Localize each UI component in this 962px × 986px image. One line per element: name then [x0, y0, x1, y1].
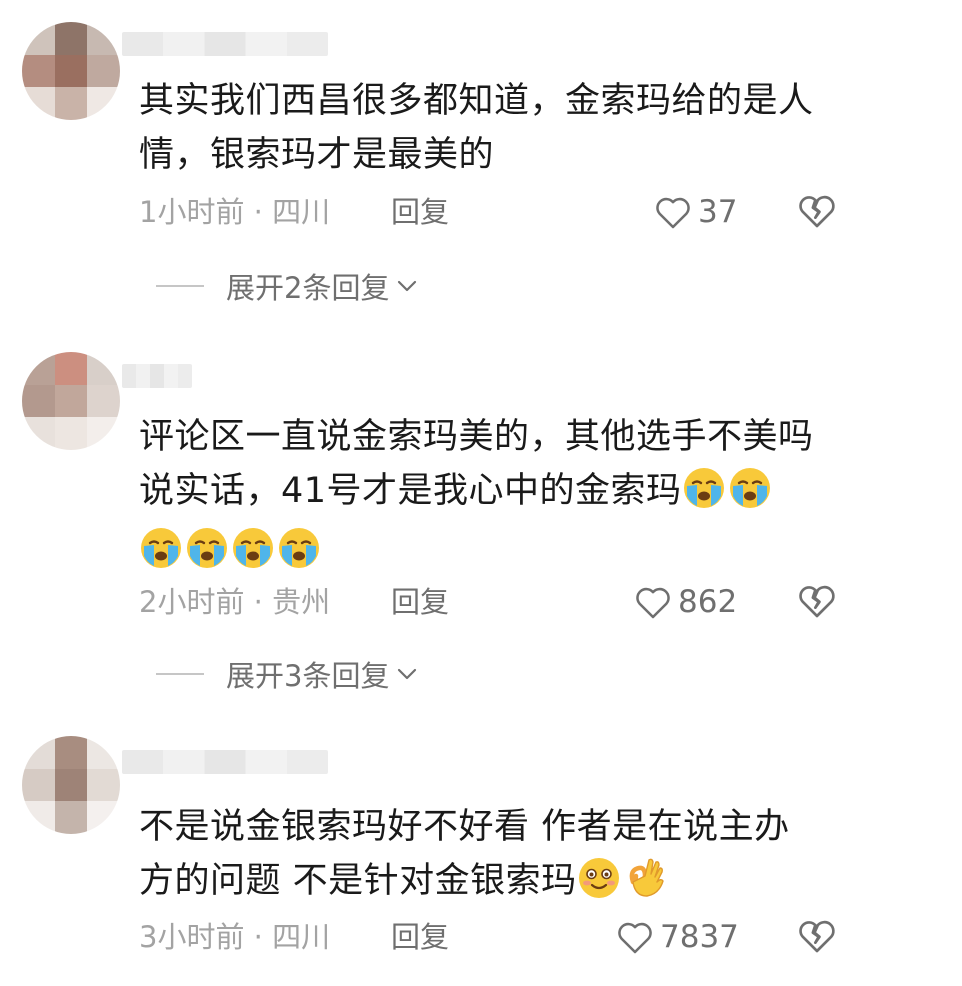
- divider-line: [156, 285, 204, 287]
- chevron-down-icon: [398, 668, 417, 680]
- expand-replies-label: 展开2条回复: [226, 271, 390, 305]
- ok-hand-emoji: [629, 858, 664, 897]
- comment-meta: 2小时前 · 贵州 回复: [139, 582, 859, 622]
- loudly-crying-face-emoji: [729, 468, 770, 508]
- like-button[interactable]: 862: [634, 582, 737, 622]
- flushed-smile-face-emoji: [578, 858, 619, 898]
- broken-heart-icon[interactable]: [797, 581, 837, 621]
- broken-heart-icon[interactable]: [797, 191, 837, 231]
- reply-button[interactable]: 回复: [391, 192, 449, 232]
- loudly-crying-face-emoji: [233, 528, 273, 568]
- comment-text-span: 说实话，41号才是我心中的金索玛: [139, 471, 682, 511]
- loudly-crying-face-emoji: [187, 528, 227, 568]
- heart-icon: [618, 922, 652, 954]
- comment-meta: 1小时前 · 四川 回复: [139, 192, 859, 232]
- comment-text-line: 情，银索玛才是最美的: [139, 135, 495, 175]
- comment-text-line: 不是说金银索玛好不好看 作者是在说主办: [139, 807, 790, 847]
- comment-text-span: 方的问题 不是针对金银索玛: [139, 861, 577, 901]
- like-count: 862: [678, 584, 738, 620]
- username-blurred[interactable]: [122, 750, 328, 774]
- comment-text-line-2: 说实话，41号才是我心中的金索玛: [139, 464, 859, 518]
- heart-icon: [636, 587, 670, 619]
- like-button[interactable]: 7837: [616, 917, 739, 957]
- emoji-row: [139, 518, 859, 578]
- comment-text: 评论区一直说金索玛美的，其他选手不美吗 说实话，41号才是我心中的金索玛: [139, 410, 859, 578]
- reply-button[interactable]: 回复: [391, 582, 449, 622]
- username-blurred[interactable]: [122, 32, 328, 56]
- comment-text-line: 评论区一直说金索玛美的，其他选手不美吗: [139, 417, 814, 457]
- loudly-crying-face-emoji: [279, 528, 319, 568]
- heart-icon: [656, 197, 690, 229]
- broken-heart-icon[interactable]: [797, 916, 837, 956]
- loudly-crying-face-emoji: [141, 528, 181, 568]
- chevron-down-icon: [398, 280, 417, 292]
- avatar[interactable]: [22, 22, 120, 120]
- like-button[interactable]: 37: [654, 192, 737, 232]
- comment-text-line: 其实我们西昌很多都知道，金索玛给的是人: [139, 81, 814, 121]
- comment-meta: 3小时前 · 四川 回复: [139, 917, 859, 957]
- avatar[interactable]: [22, 736, 120, 834]
- comment-text-line-2: 方的问题 不是针对金银索玛: [139, 854, 859, 908]
- comment-time-location: 3小时前 · 四川: [139, 920, 331, 954]
- comment-time-location: 2小时前 · 贵州: [139, 585, 331, 619]
- loudly-crying-face-emoji: [683, 468, 724, 508]
- reply-button[interactable]: 回复: [391, 917, 449, 957]
- comment-time-location: 1小时前 · 四川: [139, 195, 331, 229]
- expand-replies-button[interactable]: 展开3条回复: [156, 654, 419, 694]
- username-blurred[interactable]: [122, 364, 192, 388]
- avatar[interactable]: [22, 352, 120, 450]
- expand-replies-label: 展开3条回复: [226, 659, 390, 693]
- comment-text: 其实我们西昌很多都知道，金索玛给的是人 情，银索玛才是最美的: [139, 74, 859, 182]
- like-count: 7837: [660, 919, 739, 955]
- divider-line: [156, 673, 204, 675]
- like-count: 37: [698, 194, 738, 230]
- expand-replies-button[interactable]: 展开2条回复: [156, 266, 419, 306]
- comment-text: 不是说金银索玛好不好看 作者是在说主办 方的问题 不是针对金银索玛: [139, 800, 859, 908]
